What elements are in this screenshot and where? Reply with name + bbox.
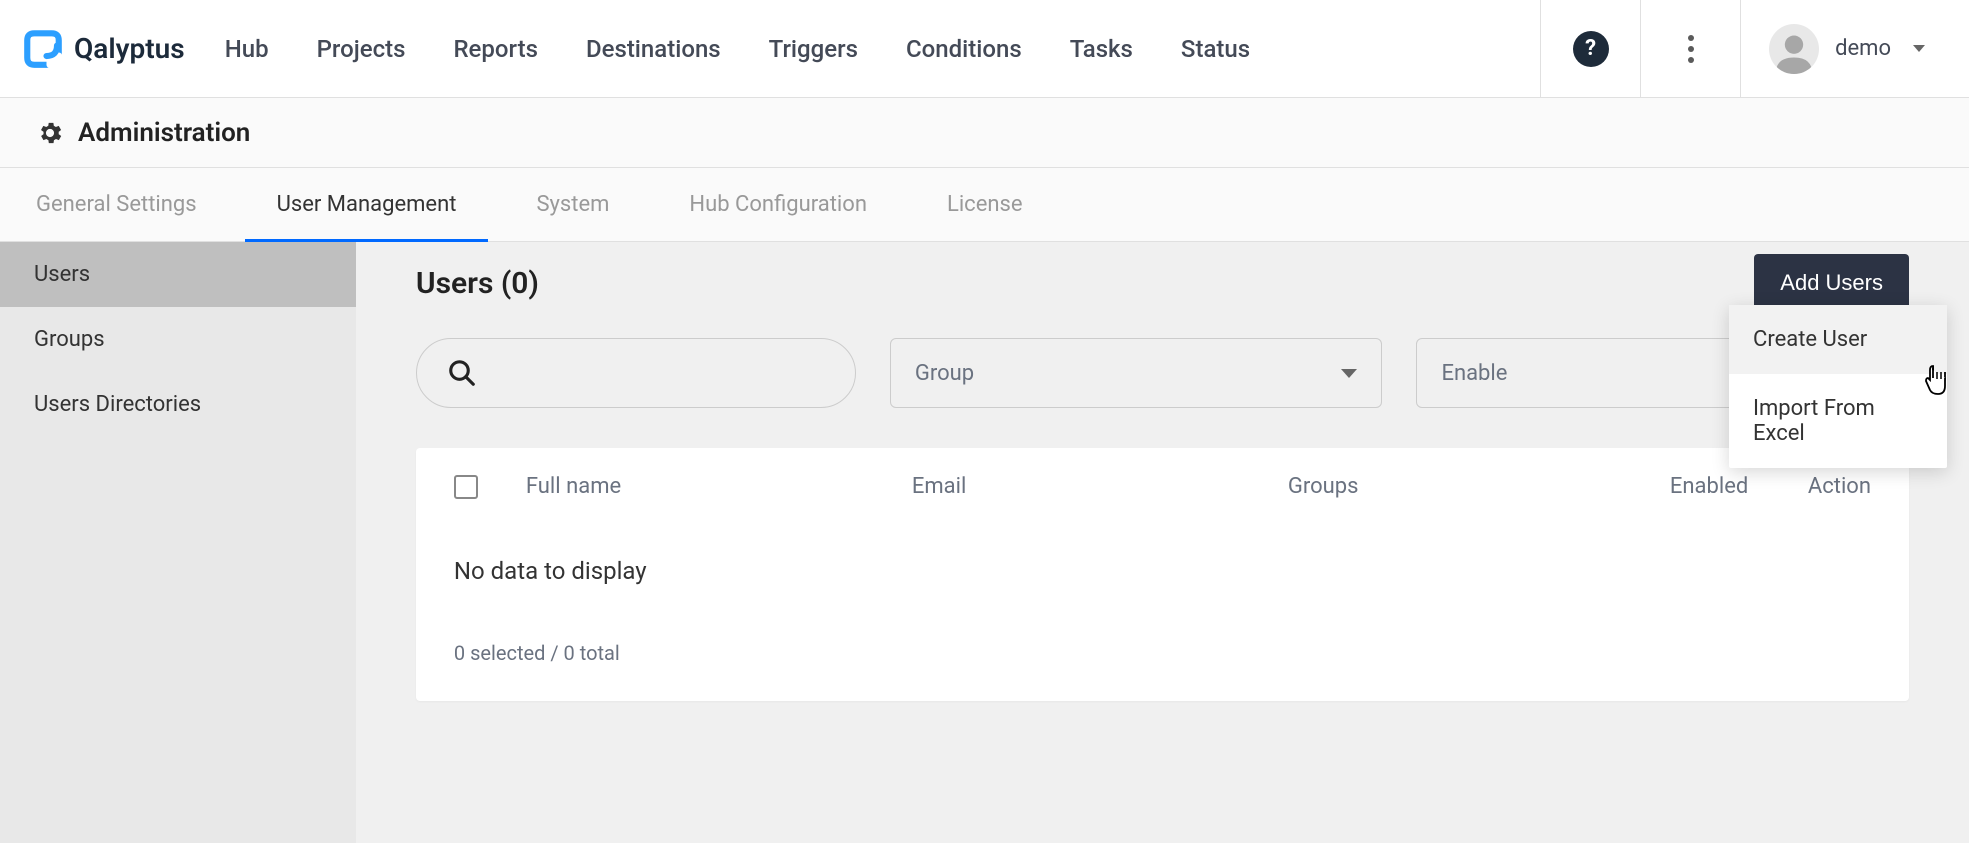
search-input[interactable]	[416, 338, 856, 408]
users-table: Full name Email Groups Enabled Action No…	[416, 448, 1909, 701]
table-header: Full name Email Groups Enabled Action	[416, 448, 1909, 525]
top-actions: ? demo	[1540, 0, 1969, 97]
brand-icon	[22, 28, 64, 70]
gear-icon	[36, 119, 64, 147]
tab-user-management[interactable]: User Management	[277, 168, 457, 241]
add-users-button[interactable]: Add Users	[1754, 254, 1909, 312]
tab-general-settings[interactable]: General Settings	[36, 168, 197, 241]
enable-filter-label: Enable	[1441, 361, 1507, 386]
no-data-message: No data to display	[416, 525, 1909, 617]
select-all-column	[454, 475, 526, 499]
admin-header: Administration	[0, 98, 1969, 168]
nav-hub[interactable]: Hub	[225, 35, 269, 63]
brand-text: Qalyptus	[74, 32, 185, 65]
three-dots-icon	[1688, 35, 1694, 63]
admin-sub-tabs: General Settings User Management System …	[0, 168, 1969, 242]
tab-system[interactable]: System	[536, 168, 609, 241]
tab-license[interactable]: License	[947, 168, 1023, 241]
content-header: Users (0) Add Users	[416, 254, 1909, 312]
more-menu-button[interactable]	[1640, 0, 1740, 97]
select-all-checkbox[interactable]	[454, 475, 478, 499]
group-filter-label: Group	[915, 361, 974, 386]
sidebar: Users Groups Users Directories	[0, 242, 356, 843]
nav-triggers[interactable]: Triggers	[769, 35, 858, 63]
chevron-down-icon	[1913, 45, 1925, 52]
dropdown-create-user[interactable]: Create User	[1729, 305, 1947, 374]
chevron-down-icon	[1341, 369, 1357, 378]
admin-title: Administration	[78, 118, 250, 148]
column-fullname[interactable]: Full name	[526, 474, 912, 499]
search-icon	[447, 358, 477, 388]
column-groups[interactable]: Groups	[1288, 474, 1670, 499]
main-wrap: Users Groups Users Directories Users (0)…	[0, 242, 1969, 843]
content-area: Users (0) Add Users Create User Import F…	[356, 242, 1969, 843]
help-icon: ?	[1573, 31, 1609, 67]
user-name: demo	[1835, 36, 1891, 61]
sidebar-item-users[interactable]: Users	[0, 242, 356, 307]
nav-tasks[interactable]: Tasks	[1070, 35, 1133, 63]
brand-logo[interactable]: Qalyptus	[22, 28, 185, 70]
nav-reports[interactable]: Reports	[453, 35, 537, 63]
main-nav-items: Hub Projects Reports Destinations Trigge…	[225, 35, 1540, 63]
help-button[interactable]: ?	[1540, 0, 1640, 97]
nav-destinations[interactable]: Destinations	[586, 35, 721, 63]
sidebar-item-groups[interactable]: Groups	[0, 307, 356, 372]
column-enabled[interactable]: Enabled	[1670, 474, 1808, 499]
column-email[interactable]: Email	[912, 474, 1288, 499]
dropdown-import-excel[interactable]: Import From Excel	[1729, 374, 1947, 468]
user-menu[interactable]: demo	[1740, 0, 1969, 97]
content-title: Users (0)	[416, 266, 539, 301]
avatar-icon	[1772, 30, 1816, 74]
avatar	[1769, 24, 1819, 74]
nav-status[interactable]: Status	[1181, 35, 1250, 63]
nav-conditions[interactable]: Conditions	[906, 35, 1022, 63]
filters-row: Group Enable	[416, 338, 1909, 408]
tab-hub-configuration[interactable]: Hub Configuration	[689, 168, 867, 241]
table-footer: 0 selected / 0 total	[416, 617, 1909, 701]
column-action: Action	[1808, 474, 1871, 499]
sidebar-item-users-directories[interactable]: Users Directories	[0, 372, 356, 437]
group-filter[interactable]: Group	[890, 338, 1383, 408]
nav-projects[interactable]: Projects	[317, 35, 406, 63]
add-users-dropdown: Create User Import From Excel	[1729, 305, 1947, 468]
top-nav: Qalyptus Hub Projects Reports Destinatio…	[0, 0, 1969, 98]
